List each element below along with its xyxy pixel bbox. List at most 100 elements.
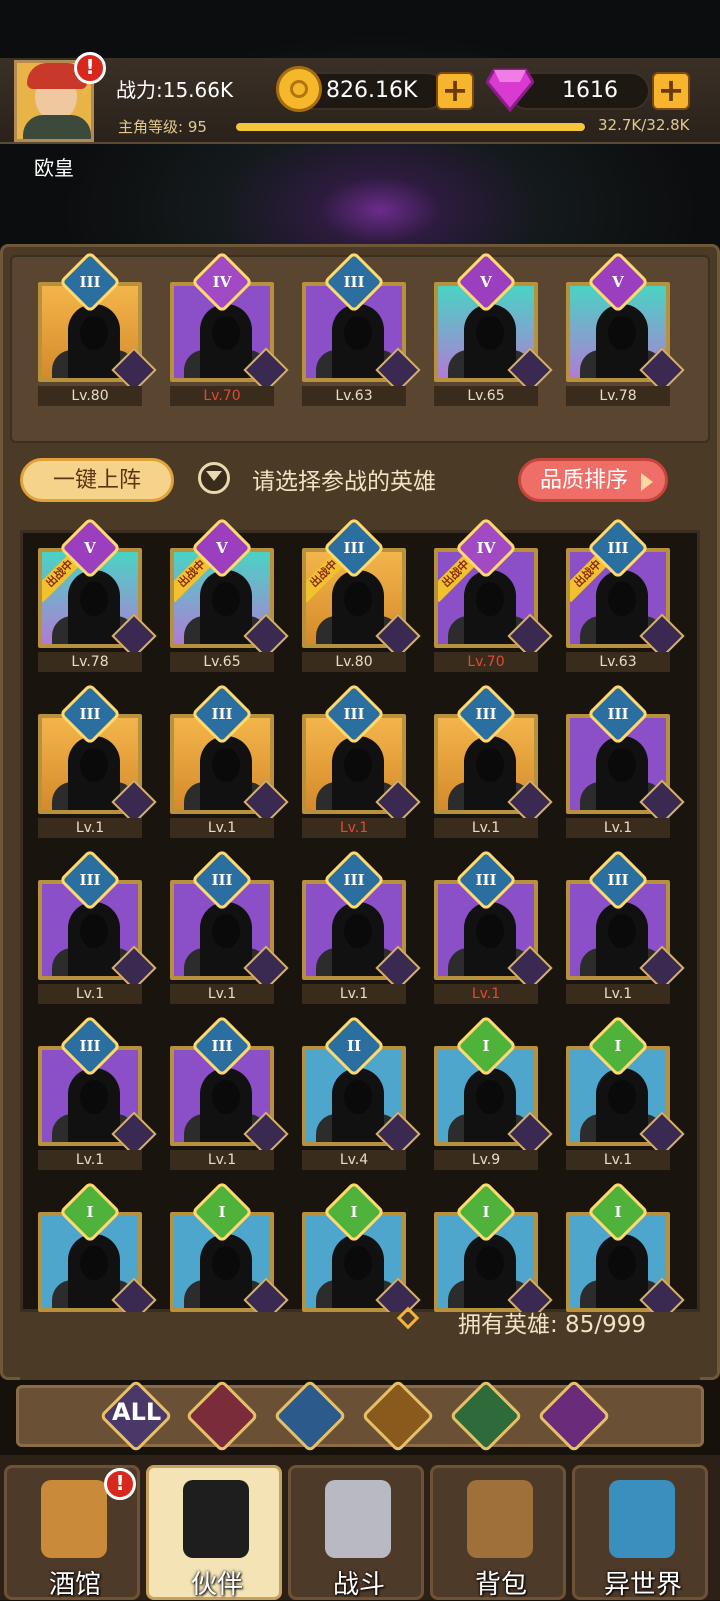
tier-numeral: III (475, 871, 497, 889)
hero-level: Lv.1 (302, 818, 406, 838)
tier-numeral: V (612, 273, 624, 291)
tier-numeral: I (218, 1203, 226, 1221)
hero-level: Lv.1 (38, 818, 142, 838)
hero-face (212, 1246, 240, 1280)
hero-level: Lv.1 (566, 818, 670, 838)
nav-tab[interactable]: 异世界 (572, 1465, 708, 1600)
tier-numeral: I (350, 1203, 358, 1221)
hero-level: Lv.1 (434, 984, 538, 1004)
exp-bar (236, 123, 586, 131)
hero-face (80, 748, 108, 782)
tier-numeral: IV (212, 273, 232, 291)
hero-face (212, 582, 240, 616)
hero-face (80, 1080, 108, 1114)
hero-level: Lv.65 (434, 386, 538, 406)
tier-numeral: III (607, 705, 629, 723)
hero-face (476, 748, 504, 782)
hero-face (476, 1246, 504, 1280)
owned-count: 拥有英雄: 85/999 (458, 1312, 646, 1338)
nav-tab-label: 酒馆 (48, 1570, 101, 1600)
tier-numeral: III (343, 273, 365, 291)
hero-level: Lv.63 (302, 386, 406, 406)
hero-face (476, 1080, 504, 1114)
filter-all-label: ALL (112, 1398, 162, 1426)
tier-numeral: III (79, 705, 101, 723)
tier-numeral: III (211, 1037, 233, 1055)
portal-icon (609, 1480, 675, 1558)
hero-level: Lv.70 (434, 652, 538, 672)
nav-tab-label: 战斗 (332, 1570, 385, 1600)
hero-face (80, 316, 108, 350)
tier-numeral: III (211, 705, 233, 723)
sort-quality-button[interactable]: 品质排序 (518, 458, 668, 502)
tier-numeral: I (482, 1203, 490, 1221)
tier-numeral: III (607, 871, 629, 889)
tier-numeral: V (84, 539, 96, 557)
hero-face (608, 748, 636, 782)
hero-level: Lv.65 (170, 652, 274, 672)
hero-face (212, 1080, 240, 1114)
hero-face (608, 316, 636, 350)
hero-face (212, 914, 240, 948)
arrow-down-icon (198, 462, 230, 494)
level-label: 主角等级: 95 (118, 118, 207, 136)
hero-level: Lv.80 (38, 386, 142, 406)
beer-mug-icon (41, 1480, 107, 1558)
tier-numeral: I (86, 1203, 94, 1221)
nav-tab-label: 异世界 (603, 1570, 682, 1600)
hero-face (608, 1080, 636, 1114)
play-arrow-icon (641, 473, 653, 491)
nav-tab[interactable]: 伙伴 (146, 1465, 282, 1600)
tier-numeral: V (216, 539, 228, 557)
hero-face (212, 316, 240, 350)
hero-face (608, 582, 636, 616)
tier-numeral: I (482, 1037, 490, 1055)
tier-numeral: I (614, 1203, 622, 1221)
nav-tab-label: 背包 (474, 1570, 527, 1600)
hero-level: Lv.80 (302, 652, 406, 672)
select-prompt: 请选择参战的英雄 (252, 469, 436, 495)
tier-numeral: III (475, 705, 497, 723)
exp-bar-fill (236, 123, 585, 131)
gold-amount: 826.16K (326, 78, 418, 103)
hero-level: Lv.9 (434, 1150, 538, 1170)
hero-level: Lv.4 (302, 1150, 406, 1170)
tier-numeral: II (346, 1037, 362, 1055)
hero-face (476, 582, 504, 616)
avatar-coat (23, 115, 91, 139)
hero-level: Lv.63 (566, 652, 670, 672)
power-label: 战力:15.66K (116, 78, 234, 102)
player-name: 欧皇 (34, 156, 74, 180)
tier-numeral: III (79, 871, 101, 889)
tier-numeral: I (614, 1037, 622, 1055)
hero-face (476, 914, 504, 948)
hero-face (80, 1246, 108, 1280)
partner-icon (183, 1480, 249, 1558)
tier-numeral: III (211, 871, 233, 889)
auto-deploy-button[interactable]: 一键上阵 (20, 458, 174, 502)
hero-face (344, 582, 372, 616)
hero-face (344, 748, 372, 782)
gem-amount: 1616 (562, 78, 618, 103)
hero-level: Lv.1 (38, 1150, 142, 1170)
nav-tab[interactable]: 背包 (430, 1465, 566, 1600)
tier-numeral: III (343, 871, 365, 889)
crossed-swords-icon (325, 1480, 391, 1558)
nav-alert-icon: ! (104, 1468, 136, 1500)
hero-level: Lv.1 (566, 984, 670, 1004)
backpack-icon (467, 1480, 533, 1558)
nav-tab[interactable]: 战斗 (288, 1465, 424, 1600)
hero-level: Lv.78 (38, 652, 142, 672)
exp-text: 32.7K/32.8K (598, 116, 690, 134)
hero-face (344, 316, 372, 350)
hero-face (608, 1246, 636, 1280)
sort-label: 品质排序 (539, 468, 628, 493)
add-gems-button[interactable]: + (652, 72, 690, 110)
tier-numeral: III (79, 1037, 101, 1055)
add-gold-button[interactable]: + (436, 72, 474, 110)
hero-face (344, 1080, 372, 1114)
gem-icon (485, 66, 535, 113)
hero-level: Lv.1 (434, 818, 538, 838)
nav-tab-label: 伙伴 (190, 1570, 243, 1600)
hero-face (212, 748, 240, 782)
